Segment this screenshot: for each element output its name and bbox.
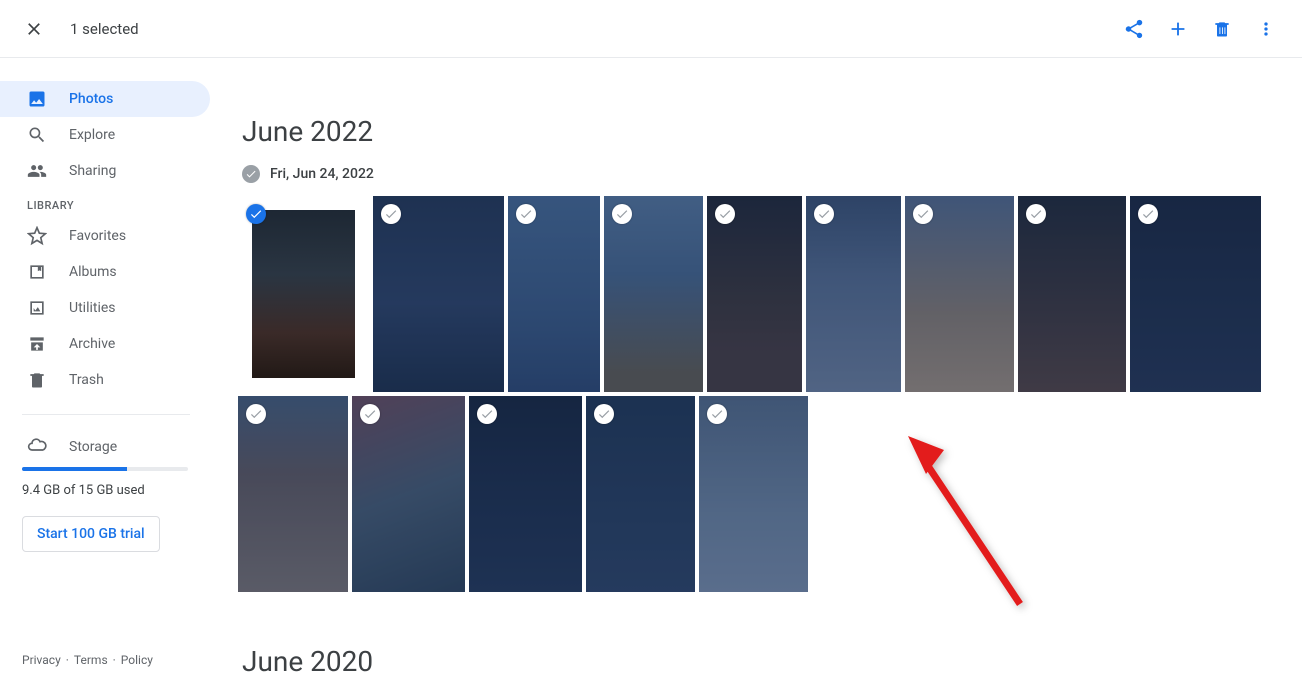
section-title: June 2022 — [242, 115, 1302, 148]
check-icon — [1141, 207, 1155, 221]
check-icon — [519, 207, 533, 221]
sidebar-item-archive[interactable]: Archive — [0, 326, 210, 362]
sidebar-label: Photos — [69, 91, 113, 107]
check-icon — [245, 168, 257, 180]
sidebar-label: Favorites — [69, 228, 126, 244]
sidebar-item-utilities[interactable]: Utilities — [0, 290, 210, 326]
photo-select-checkbox[interactable] — [246, 404, 266, 424]
check-icon — [363, 407, 377, 421]
sidebar-item-explore[interactable]: Explore — [0, 117, 210, 153]
sidebar-label: Albums — [69, 264, 117, 280]
more-options-button[interactable] — [1254, 17, 1278, 41]
photo-select-checkbox[interactable] — [246, 204, 266, 224]
check-icon — [480, 407, 494, 421]
archive-icon — [27, 334, 47, 354]
sidebar-divider — [22, 414, 190, 415]
storage-usage-text: 9.4 GB of 15 GB used — [0, 483, 210, 498]
photo-select-checkbox[interactable] — [1138, 204, 1158, 224]
photo-thumbnail[interactable] — [699, 396, 808, 592]
trash-icon — [1212, 19, 1232, 39]
sidebar-label: Explore — [69, 127, 115, 143]
check-icon — [817, 207, 831, 221]
search-icon — [27, 125, 47, 145]
photo-thumbnail[interactable] — [238, 196, 369, 392]
people-icon — [27, 161, 47, 181]
sidebar-label: Trash — [69, 372, 104, 388]
photo-select-checkbox[interactable] — [594, 404, 614, 424]
storage-progress-fill — [22, 467, 127, 471]
sidebar-item-sharing[interactable]: Sharing — [0, 153, 210, 189]
photo-select-checkbox[interactable] — [516, 204, 536, 224]
photo-thumbnail[interactable] — [373, 196, 504, 392]
photo-thumbnail[interactable] — [604, 196, 703, 392]
start-trial-button[interactable]: Start 100 GB trial — [22, 516, 160, 552]
section-title: June 2020 — [242, 645, 1302, 678]
album-icon — [27, 262, 47, 282]
photo-select-checkbox[interactable] — [715, 204, 735, 224]
share-button[interactable] — [1122, 17, 1146, 41]
photos-icon — [27, 89, 47, 109]
selection-count: 1 selected — [70, 20, 139, 38]
photo-thumbnail[interactable] — [1018, 196, 1126, 392]
plus-icon — [1167, 18, 1189, 40]
select-day-checkbox[interactable] — [242, 165, 260, 183]
sidebar-label: Archive — [69, 336, 115, 352]
share-icon — [1123, 18, 1145, 40]
photo-thumbnail[interactable] — [586, 396, 695, 592]
photo-thumbnail[interactable] — [469, 396, 582, 592]
photo-select-checkbox[interactable] — [360, 404, 380, 424]
photo-thumbnail[interactable] — [806, 196, 901, 392]
footer-links: Privacy·Terms·Policy — [22, 653, 153, 667]
date-label: Fri, Jun 24, 2022 — [270, 166, 374, 182]
utilities-icon — [27, 298, 47, 318]
check-icon — [597, 407, 611, 421]
photo-select-checkbox[interactable] — [707, 404, 727, 424]
photo-thumbnail[interactable] — [707, 196, 802, 392]
footer-terms[interactable]: Terms — [74, 653, 108, 667]
photo-thumbnail[interactable] — [238, 396, 348, 592]
check-icon — [249, 207, 263, 221]
photo-select-checkbox[interactable] — [1026, 204, 1046, 224]
photo-select-checkbox[interactable] — [913, 204, 933, 224]
add-to-button[interactable] — [1166, 17, 1190, 41]
cloud-icon — [27, 435, 47, 459]
photo-grid — [238, 196, 1266, 592]
check-icon — [384, 207, 398, 221]
footer-policy[interactable]: Policy — [121, 653, 153, 667]
photo-thumbnail[interactable] — [1130, 196, 1261, 392]
photo-select-checkbox[interactable] — [381, 204, 401, 224]
photo-grid-main: June 2022 Fri, Jun 24, 2022 June 2020 Th… — [238, 58, 1302, 689]
delete-button[interactable] — [1210, 17, 1234, 41]
check-icon — [249, 407, 263, 421]
storage-label: Storage — [69, 439, 117, 455]
sidebar-label: Utilities — [69, 300, 116, 316]
storage-progress-bar — [22, 467, 188, 471]
sidebar-item-albums[interactable]: Albums — [0, 254, 210, 290]
check-icon — [718, 207, 732, 221]
photo-thumbnail[interactable] — [905, 196, 1014, 392]
sidebar-label: Sharing — [69, 163, 116, 179]
sidebar-item-favorites[interactable]: Favorites — [0, 218, 210, 254]
check-icon — [615, 207, 629, 221]
photo-select-checkbox[interactable] — [612, 204, 632, 224]
star-icon — [27, 226, 47, 246]
more-vert-icon — [1256, 19, 1276, 39]
sidebar-library-header: LIBRARY — [0, 199, 210, 212]
sidebar-item-photos[interactable]: Photos — [0, 81, 210, 117]
check-icon — [710, 407, 724, 421]
close-icon — [24, 19, 44, 39]
check-icon — [1029, 207, 1043, 221]
photo-select-checkbox[interactable] — [814, 204, 834, 224]
photo-thumbnail[interactable] — [508, 196, 600, 392]
trash-icon — [27, 370, 47, 390]
check-icon — [916, 207, 930, 221]
footer-privacy[interactable]: Privacy — [22, 653, 61, 667]
close-selection-button[interactable] — [22, 17, 46, 41]
sidebar: Photos Explore Sharing LIBRARY Favorites… — [0, 58, 210, 689]
photo-select-checkbox[interactable] — [477, 404, 497, 424]
sidebar-item-storage[interactable]: Storage — [0, 429, 210, 465]
photo-thumbnail[interactable] — [352, 396, 465, 592]
sidebar-item-trash[interactable]: Trash — [0, 362, 210, 398]
